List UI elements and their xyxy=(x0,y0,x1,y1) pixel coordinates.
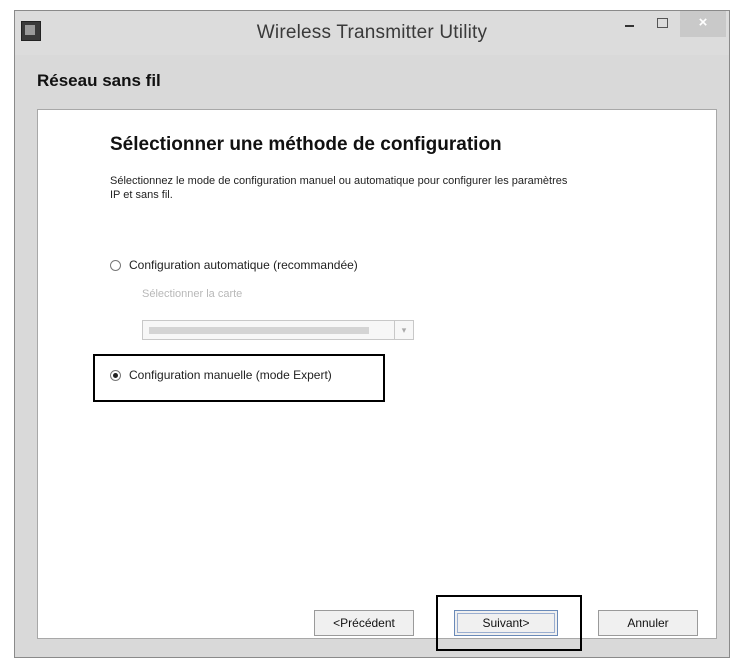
minimize-button[interactable] xyxy=(615,11,645,37)
previous-button[interactable]: <Précédent xyxy=(314,610,414,636)
close-icon: × xyxy=(698,14,708,31)
maximize-button[interactable] xyxy=(647,11,677,37)
next-button-highlight xyxy=(436,595,582,651)
radio-automatic-config[interactable]: Configuration automatique (recommandée) xyxy=(110,258,358,272)
app-window: Wireless Transmitter Utility × Réseau sa… xyxy=(14,10,730,658)
close-button[interactable]: × xyxy=(680,11,726,37)
section-title: Réseau sans fil xyxy=(37,71,161,90)
content-panel: Sélectionner une méthode de configuratio… xyxy=(37,109,717,651)
card-select-label: Sélectionner la carte xyxy=(142,288,243,300)
section-header: Réseau sans fil xyxy=(15,55,729,105)
page-heading: Sélectionner une méthode de configuratio… xyxy=(110,134,502,155)
radio-automatic-indicator[interactable] xyxy=(110,259,121,271)
chevron-down-icon: ▾ xyxy=(394,321,413,339)
radio-automatic-label[interactable]: Configuration automatique (recommandée) xyxy=(129,258,358,272)
page-description: Sélectionnez le mode de configuration ma… xyxy=(110,175,568,201)
manual-option-highlight xyxy=(93,354,385,402)
title-bar[interactable]: Wireless Transmitter Utility × xyxy=(15,11,729,55)
card-select-value xyxy=(149,327,369,334)
card-select-dropdown: ▾ xyxy=(142,320,414,340)
cancel-button[interactable]: Annuler xyxy=(598,610,698,636)
